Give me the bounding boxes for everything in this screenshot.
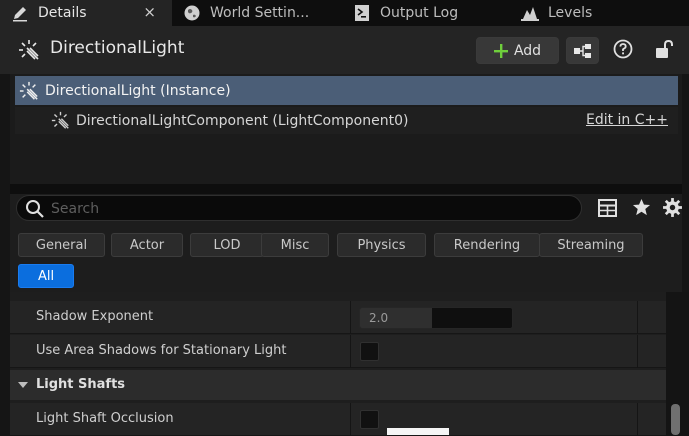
column-splitter[interactable]	[350, 301, 351, 334]
tab-output-log-label: Output Log	[380, 5, 459, 21]
help-icon[interactable]	[613, 39, 633, 63]
tab-details[interactable]: Details ×	[0, 0, 172, 26]
blueprint-button[interactable]	[566, 37, 599, 64]
shadow-exponent-input[interactable]: 2.0	[359, 307, 513, 329]
tab-bar: Details × World Settin... Output Log Lev…	[0, 0, 689, 26]
tree-row-instance-label: DirectionalLight (Instance)	[45, 82, 231, 99]
edit-in-cpp-link[interactable]: Edit in C++	[586, 112, 668, 128]
tab-world-settings-label: World Settin...	[210, 5, 310, 21]
scrollbar-thumb[interactable]	[671, 404, 680, 435]
directional-light-component-icon	[51, 111, 70, 130]
blueprint-hierarchy-icon	[573, 43, 593, 59]
component-tree: DirectionalLight (Instance) DirectionalL…	[10, 74, 682, 184]
column-splitter[interactable]	[350, 403, 351, 436]
directional-light-icon	[19, 81, 39, 101]
pencil-icon	[10, 3, 30, 23]
use-area-shadows-checkbox[interactable]	[360, 342, 379, 361]
filter-physics[interactable]: Physics	[337, 233, 426, 257]
terminal-icon	[352, 3, 372, 23]
levels-icon	[520, 3, 540, 23]
tab-levels-label: Levels	[548, 5, 593, 21]
search-box[interactable]	[16, 195, 582, 221]
category-filters: General Actor LOD Misc Physics Rendering…	[10, 224, 682, 292]
filter-actor[interactable]: Actor	[111, 233, 183, 257]
light-shafts-label: Light Shafts	[36, 377, 126, 392]
chevron-down-icon	[17, 379, 29, 394]
search-row	[10, 194, 682, 224]
add-button-label: Add	[513, 42, 542, 59]
tooltip-popup	[387, 428, 449, 435]
tab-levels[interactable]: Levels	[510, 0, 689, 26]
light-shaft-occlusion-checkbox[interactable]	[360, 410, 379, 429]
filter-streaming[interactable]: Streaming	[539, 233, 643, 257]
light-shaft-occlusion-label: Light Shaft Occlusion	[36, 411, 174, 426]
search-icon	[25, 199, 45, 223]
globe-icon	[182, 3, 202, 23]
tree-row-component[interactable]: DirectionalLightComponent (LightComponen…	[15, 107, 678, 134]
property-row-shadow-exponent: Shadow Exponent 2.0	[10, 301, 666, 334]
add-component-button[interactable]: Add	[476, 37, 559, 64]
plus-icon	[493, 43, 508, 58]
shadow-exponent-label: Shadow Exponent	[36, 309, 154, 324]
shadow-exponent-value: 2.0	[369, 311, 389, 325]
filter-lod[interactable]: LOD	[190, 233, 264, 257]
property-row-use-area-shadows: Use Area Shadows for Stationary Light	[10, 335, 666, 368]
property-row-light-shaft-occlusion: Light Shaft Occlusion	[10, 403, 666, 436]
column-splitter[interactable]	[350, 335, 351, 368]
search-input[interactable]	[49, 199, 573, 219]
reset-column-splitter	[637, 301, 638, 334]
tree-row-component-label: DirectionalLightComponent (LightComponen…	[76, 112, 409, 129]
reset-column-splitter	[637, 403, 638, 436]
settings-gear-icon[interactable]	[662, 197, 683, 222]
page-title: DirectionalLight	[50, 38, 185, 58]
table-view-icon[interactable]	[598, 199, 617, 221]
reset-column-splitter	[637, 335, 638, 368]
use-area-shadows-label: Use Area Shadows for Stationary Light	[36, 343, 287, 358]
star-icon[interactable]	[632, 198, 651, 221]
property-grid: Shadow Exponent 2.0 Use Area Shadows for…	[10, 292, 666, 436]
filter-rendering[interactable]: Rendering	[434, 233, 540, 257]
tab-output-log[interactable]: Output Log	[342, 0, 510, 26]
close-icon[interactable]: ×	[143, 3, 156, 21]
directional-light-icon	[18, 39, 40, 65]
filter-all[interactable]: All	[18, 264, 74, 288]
tab-details-label: Details	[38, 5, 87, 21]
unlocked-lock-icon[interactable]	[654, 39, 674, 63]
panel-divider[interactable]	[10, 184, 682, 194]
details-header: DirectionalLight Add	[0, 26, 689, 74]
category-light-shafts[interactable]: Light Shafts	[10, 370, 666, 400]
tab-world-settings[interactable]: World Settin...	[172, 0, 340, 26]
tree-row-instance[interactable]: DirectionalLight (Instance)	[15, 76, 678, 105]
filter-misc[interactable]: Misc	[261, 233, 329, 257]
filter-general[interactable]: General	[18, 233, 105, 257]
